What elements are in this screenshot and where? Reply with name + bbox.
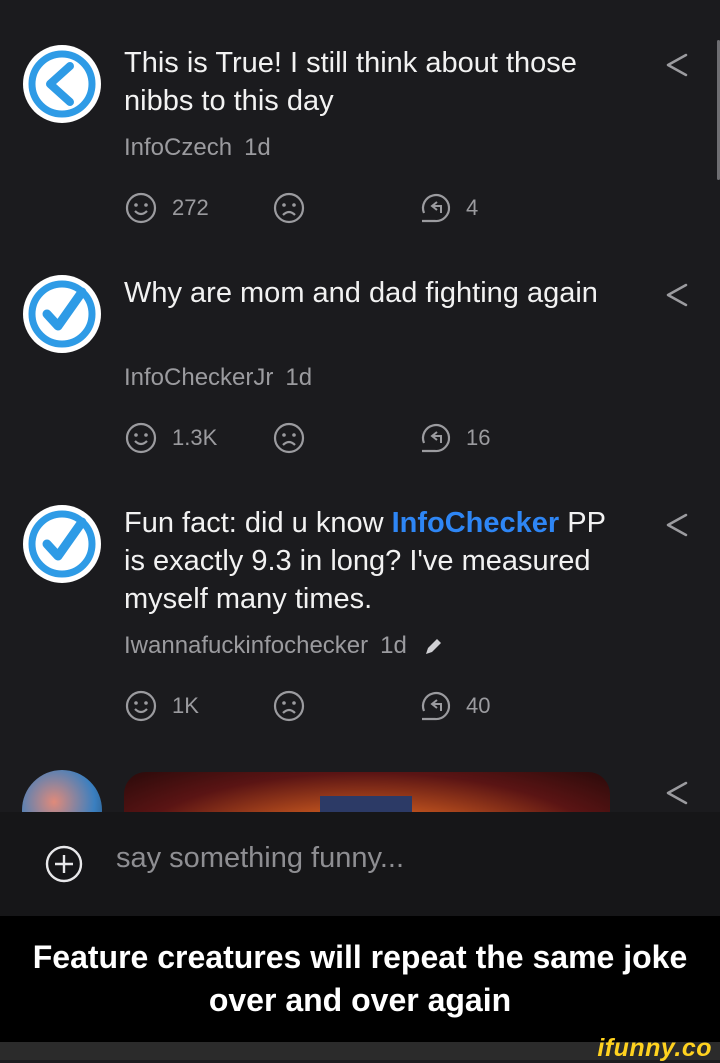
share-icon[interactable] bbox=[662, 778, 692, 808]
share-icon[interactable] bbox=[662, 510, 692, 540]
reply-count: 4 bbox=[466, 195, 479, 220]
comment-actions: 1.3K 16 bbox=[124, 418, 524, 458]
comment-author[interactable]: Iwannafuckinfochecker bbox=[124, 632, 368, 659]
comment-actions: 272 4 bbox=[124, 188, 524, 228]
reply-icon bbox=[421, 423, 451, 453]
frown-icon bbox=[273, 690, 305, 722]
reply-button[interactable]: 40 bbox=[418, 686, 490, 726]
smile-count: 272 bbox=[172, 195, 209, 220]
reply-button[interactable]: 16 bbox=[418, 418, 490, 458]
unsmile-button[interactable] bbox=[272, 418, 306, 458]
comment-time: 1d bbox=[244, 134, 271, 161]
smile-icon bbox=[125, 422, 157, 454]
smile-count: 1.3K bbox=[172, 425, 218, 450]
reply-count: 40 bbox=[466, 693, 491, 718]
comment-actions: 1K 40 bbox=[124, 686, 524, 726]
pen-icon bbox=[425, 638, 441, 654]
smile-icon bbox=[125, 690, 157, 722]
smile-button[interactable]: 1.3K bbox=[124, 418, 217, 458]
watermark: ifunny.co bbox=[597, 1034, 712, 1062]
logo-thumbnail bbox=[320, 796, 412, 812]
mention-link[interactable]: InfoChecker bbox=[392, 507, 560, 539]
share-icon[interactable] bbox=[662, 280, 692, 310]
caption-text: Feature creatures will repeat the same j… bbox=[32, 939, 688, 1018]
comment-text: Fun fact: did u know InfoChecker PP is e… bbox=[124, 504, 624, 618]
comment-time: 1d bbox=[285, 364, 313, 391]
comment-author[interactable]: InfoCheckerJr bbox=[124, 364, 273, 391]
smile-button[interactable]: 272 bbox=[124, 188, 209, 228]
comment-text: This is True! I still think about those … bbox=[124, 47, 577, 117]
comment-text-start: Fun fact: did u know bbox=[124, 507, 392, 539]
reply-icon bbox=[421, 193, 451, 223]
comment-meta: InfoCzech 1d bbox=[124, 134, 271, 162]
unsmile-button[interactable] bbox=[272, 188, 306, 228]
smile-count: 1K bbox=[172, 693, 199, 718]
comment-input[interactable]: say something funny... bbox=[116, 842, 404, 875]
frown-icon bbox=[273, 422, 305, 454]
comment-time: 1d bbox=[380, 632, 407, 659]
comment-image-preview[interactable] bbox=[124, 772, 610, 812]
comments-feed[interactable]: This is True! I still think about those … bbox=[0, 0, 720, 812]
smile-icon bbox=[125, 192, 157, 224]
smile-button[interactable]: 1K bbox=[124, 686, 199, 726]
add-attachment-icon[interactable] bbox=[44, 844, 84, 884]
reply-count: 16 bbox=[466, 425, 491, 450]
reply-icon bbox=[421, 691, 451, 721]
comment-composer: say something funny... bbox=[0, 812, 720, 916]
back-arrow-logo-icon bbox=[23, 45, 101, 123]
avatar[interactable] bbox=[22, 504, 102, 584]
avatar[interactable] bbox=[22, 274, 102, 354]
comment-meta: InfoCheckerJr 1d bbox=[124, 364, 312, 392]
checkmark-logo-icon bbox=[23, 505, 101, 583]
frown-icon bbox=[273, 192, 305, 224]
avatar[interactable] bbox=[22, 770, 102, 812]
avatar[interactable] bbox=[22, 44, 102, 124]
comment-meta: Iwannafuckinfochecker 1d bbox=[124, 632, 444, 660]
comment-text: Why are mom and dad fighting again bbox=[124, 277, 598, 309]
meme-caption: Feature creatures will repeat the same j… bbox=[0, 916, 720, 1042]
reply-button[interactable]: 4 bbox=[418, 188, 478, 228]
unsmile-button[interactable] bbox=[272, 686, 306, 726]
share-icon[interactable] bbox=[662, 50, 692, 80]
comment-author[interactable]: InfoCzech bbox=[124, 134, 232, 161]
checkmark-logo-icon bbox=[23, 275, 101, 353]
